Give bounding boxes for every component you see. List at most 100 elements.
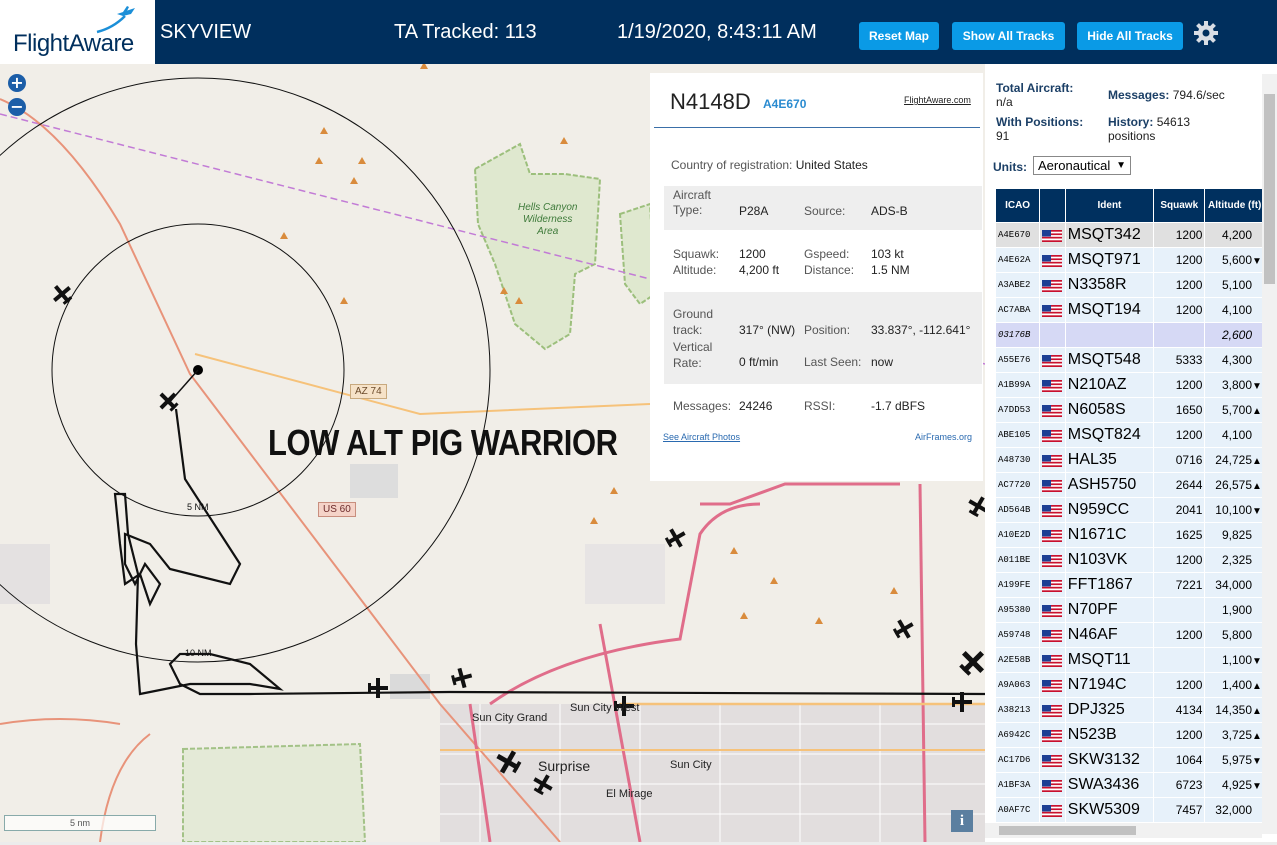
us-flag-icon: [1042, 479, 1063, 492]
info-icon[interactable]: i: [951, 810, 973, 832]
us-flag-icon: [1042, 704, 1063, 717]
table-row[interactable]: A4E670 MSQT342 1200 4,200: [994, 222, 1265, 248]
row-ident: MSQT342: [1064, 222, 1155, 248]
row-squawk: 5333: [1153, 347, 1206, 373]
us-flag-icon: [1042, 254, 1063, 267]
aircraft-detail-popup: N4148D A4E670 FlightAware.com Country of…: [650, 73, 983, 481]
flightaware-link[interactable]: FlightAware.com: [904, 95, 971, 105]
us-flag-icon: [1042, 379, 1063, 392]
row-flag: [1039, 472, 1066, 498]
altitude-value: 14,350: [1215, 703, 1252, 717]
table-row[interactable]: A9A063 N7194C 1200 1,400▲: [994, 672, 1265, 698]
scrollbar-thumb[interactable]: [999, 826, 1136, 835]
row-flag: [1039, 397, 1066, 423]
table-row[interactable]: 03176B 2,600: [994, 322, 1265, 348]
table-header-row: ICAO Ident Squawk Altitude (ft): [994, 188, 1265, 223]
show-all-tracks-button[interactable]: Show All Tracks: [952, 22, 1065, 50]
row-squawk: 1200: [1153, 272, 1206, 298]
table-row[interactable]: ABE105 MSQT824 1200 4,100: [994, 422, 1265, 448]
sidebar-horizontal-scrollbar[interactable]: [985, 823, 1262, 838]
row-icao: ABE105: [994, 422, 1041, 448]
row-icao: A0AF7C: [994, 797, 1041, 823]
zoom-in-button[interactable]: +: [8, 74, 26, 92]
table-row[interactable]: A55E76 MSQT548 5333 4,300: [994, 347, 1265, 373]
table-row[interactable]: A7DD53 N6058S 1650 5,700▲: [994, 397, 1265, 423]
table-row[interactable]: A48730 HAL35 0716 24,725▲: [994, 447, 1265, 473]
col-ident[interactable]: Ident: [1064, 188, 1155, 223]
ring-label-5nm: 5 NM: [187, 502, 209, 512]
table-row[interactable]: A95380 N70PF 1,900: [994, 597, 1265, 623]
us-flag-icon: [1042, 279, 1063, 292]
table-row[interactable]: A2E58B MSQT11 1,100▼: [994, 647, 1265, 673]
us-flag-icon: [1042, 604, 1063, 617]
row-altitude: 10,100▼: [1204, 497, 1265, 523]
map-label-el-mirage: El Mirage: [606, 788, 653, 800]
aircraft-rows: A4E670 MSQT342 1200 4,200 A4E62A MSQT971 1200 5…: [994, 222, 1265, 823]
row-squawk: 1625: [1153, 522, 1206, 548]
row-ident: N1671C: [1064, 522, 1155, 548]
row-icao: A59748: [994, 622, 1041, 648]
row-ident: ASH5750: [1064, 472, 1155, 498]
row-flag: [1039, 747, 1066, 773]
table-row[interactable]: AC17D6 SKW3132 1064 5,975▼: [994, 747, 1265, 773]
flightaware-logo[interactable]: FlightAware: [0, 0, 155, 64]
us-flag-icon: [1042, 754, 1063, 767]
gear-icon[interactable]: [1193, 20, 1219, 46]
table-row[interactable]: A3ABE2 N3358R 1200 5,100: [994, 272, 1265, 298]
row-icao: A199FE: [994, 572, 1041, 598]
tracked-count: TA Tracked: 113: [394, 21, 537, 43]
row-icao: A48730: [994, 447, 1041, 473]
row-ident: N46AF: [1064, 622, 1155, 648]
table-row[interactable]: A59748 N46AF 1200 5,800: [994, 622, 1265, 648]
altitude-trend-icon: ▼: [1252, 781, 1262, 792]
aircraft-registration: N4148D: [670, 89, 751, 114]
col-altitude[interactable]: Altitude (ft): [1204, 188, 1265, 223]
logo-text: FlightAware: [13, 30, 134, 57]
hide-all-tracks-button[interactable]: Hide All Tracks: [1077, 22, 1183, 50]
table-row[interactable]: A1BF3A SWA3436 6723 4,925▼: [994, 772, 1265, 798]
table-row[interactable]: AD564B N959CC 2041 10,100▼: [994, 497, 1265, 523]
row-squawk: 1200: [1153, 372, 1206, 398]
units-label: Units:: [993, 160, 1027, 174]
table-row[interactable]: A1B99A N210AZ 1200 3,800▼: [994, 372, 1265, 398]
col-flag[interactable]: [1039, 188, 1066, 223]
units-select[interactable]: Aeronautical ▼: [1033, 156, 1131, 175]
row-icao: A4E670: [994, 222, 1041, 248]
altitude-trend-icon: ▲: [1252, 456, 1262, 467]
vertical-rate-label: Vertical Rate:: [673, 340, 713, 370]
altitude-value: 3,800: [1221, 378, 1252, 392]
row-icao: A55E76: [994, 347, 1041, 373]
reset-map-button[interactable]: Reset Map: [859, 22, 939, 50]
row-flag: [1039, 372, 1066, 398]
scrollbar-thumb[interactable]: [1264, 94, 1275, 284]
col-squawk[interactable]: Squawk: [1153, 188, 1206, 223]
source-label: Source:: [804, 204, 846, 218]
row-ident: N103VK: [1064, 547, 1155, 573]
row-icao: AC7ABA: [994, 297, 1041, 323]
zoom-out-button[interactable]: −: [8, 98, 26, 116]
table-row[interactable]: A199FE FFT1867 7221 34,000: [994, 572, 1265, 598]
table-row[interactable]: AC7720 ASH5750 2644 26,575▲: [994, 472, 1265, 498]
altitude-trend-icon: ▲: [1252, 681, 1262, 692]
last-seen-label: Last Seen:: [804, 355, 862, 369]
altitude-value: 5,700: [1221, 403, 1252, 417]
table-row[interactable]: A011BE N103VK 1200 2,325: [994, 547, 1265, 573]
table-row[interactable]: A4E62A MSQT971 1200 5,600▼: [994, 247, 1265, 273]
row-altitude: 3,725▲: [1204, 722, 1265, 748]
altitude-value: 9,825: [1221, 528, 1252, 542]
table-row[interactable]: A6942C N523B 1200 3,725▲: [994, 722, 1265, 748]
table-row[interactable]: A38213 DPJ325 4134 14,350▲: [994, 697, 1265, 723]
sidebar-vertical-scrollbar[interactable]: [1262, 74, 1277, 834]
airframes-link[interactable]: AirFrames.org: [915, 432, 972, 442]
row-flag: [1039, 272, 1066, 298]
aircraft-photos-link[interactable]: See Aircraft Photos: [663, 432, 740, 442]
aircraft-sidebar: Total Aircraft: n/a Messages: 794.6/sec …: [985, 64, 1277, 842]
table-row[interactable]: A10E2D N1671C 1625 9,825: [994, 522, 1265, 548]
altitude-trend-icon: ▲: [1252, 731, 1262, 742]
table-row[interactable]: A0AF7C SKW5309 7457 32,000: [994, 797, 1265, 823]
table-row[interactable]: AC7ABA MSQT194 1200 4,100: [994, 297, 1265, 323]
col-icao[interactable]: ICAO: [994, 188, 1041, 223]
row-icao: A1BF3A: [994, 772, 1041, 798]
altitude-trend-icon: ▼: [1252, 381, 1262, 392]
row-ident: MSQT824: [1064, 422, 1155, 448]
